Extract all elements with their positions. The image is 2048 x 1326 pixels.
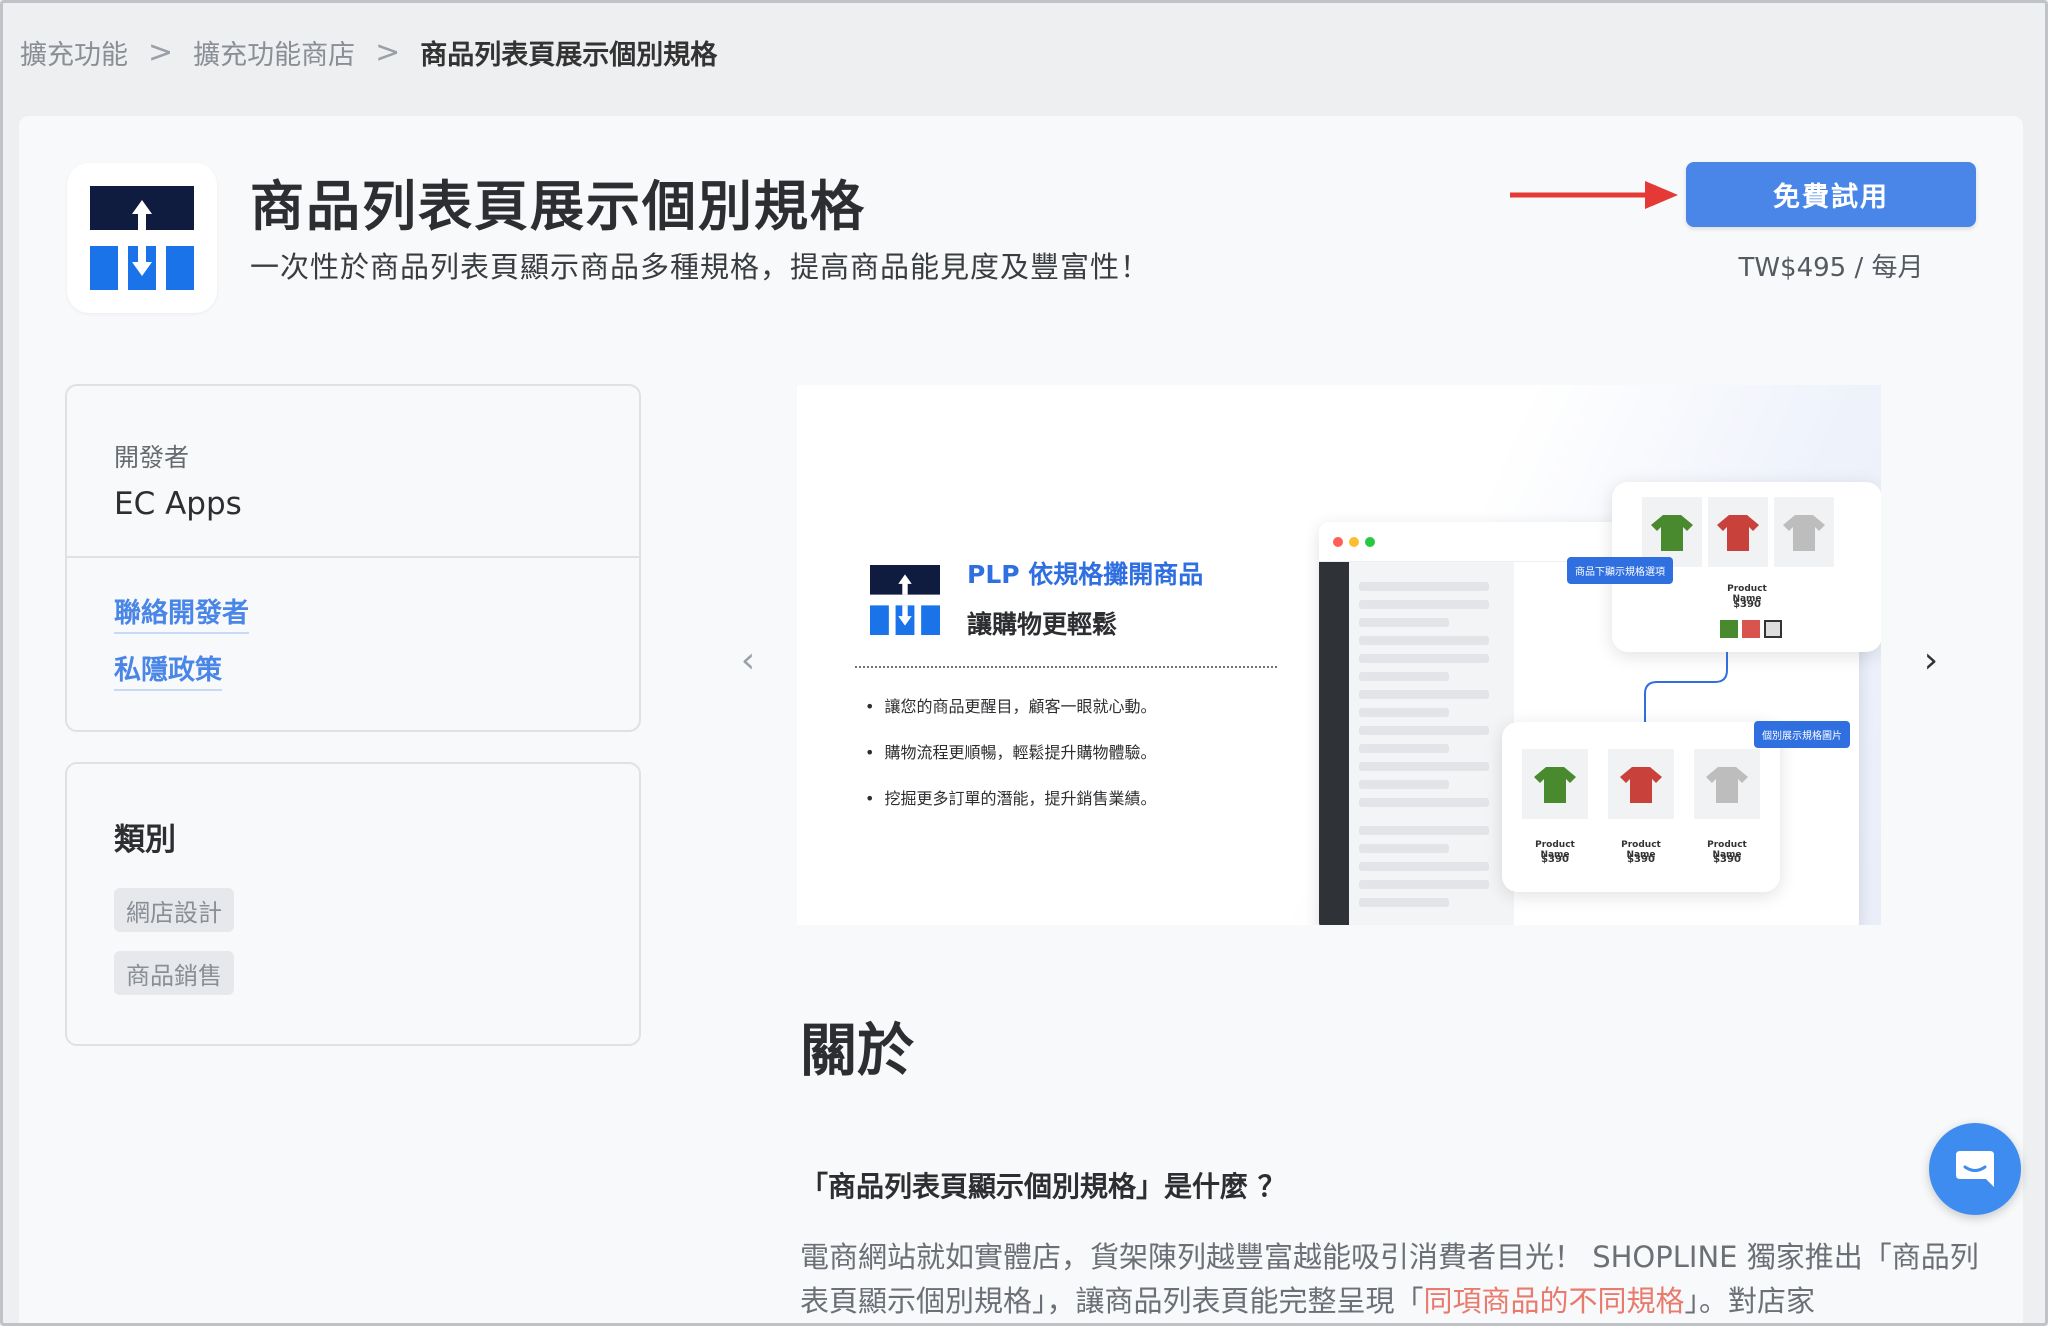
variant-option-label: 商品下顯示規格選項 xyxy=(1567,557,1673,584)
gray-swatch xyxy=(1764,620,1782,638)
breadcrumb: 擴充功能 > 擴充功能商店 > 商品列表頁展示個別規格 xyxy=(20,32,717,72)
carousel-slide: PLP 依規格攤開商品 讓購物更輕鬆 讓您的商品更醒目，顧客一眼就心動。 購物流… xyxy=(797,385,1881,925)
slide-heading-dark: 讓購物更輕鬆 xyxy=(967,610,1118,639)
mock-row xyxy=(1359,798,1489,807)
mock-row xyxy=(1359,618,1449,627)
mock-row xyxy=(1359,600,1489,609)
chevron-right-icon: > xyxy=(148,34,174,70)
slide-bullet: 購物流程更順暢，輕鬆提升購物體驗。 xyxy=(865,739,1156,763)
slide-bullets: 讓您的商品更醒目，顧客一眼就心動。 購物流程更順暢，輕鬆提升購物體驗。 挖掘更多… xyxy=(865,693,1156,831)
product-price: $390 xyxy=(1733,599,1761,610)
red-arrow-icon xyxy=(1510,181,1678,209)
about-body-text: 」。對店家 xyxy=(1684,1284,1816,1318)
mock-row xyxy=(1359,726,1489,735)
developer-label: 開發者 xyxy=(114,443,190,472)
breadcrumb-current: 商品列表頁展示個別規格 xyxy=(420,39,718,71)
mock-row xyxy=(1359,672,1449,681)
app-tagline: 一次性於商品列表頁顯示商品多種規格，提高商品能見度及豐富性！ xyxy=(250,250,1151,284)
faq-title: 「商品列表頁顯示個別規格」是什麼 ？ xyxy=(800,1170,1286,1203)
divider xyxy=(67,556,639,558)
free-trial-button[interactable]: 免費試用 xyxy=(1686,162,1976,227)
contact-developer-link[interactable]: 聯絡開發者 xyxy=(114,591,249,634)
mock-row xyxy=(1359,826,1489,835)
developer-name: EC Apps xyxy=(114,486,242,522)
product-price: $390 xyxy=(1627,854,1655,865)
mock-row xyxy=(1359,862,1489,871)
mock-row xyxy=(1359,880,1489,889)
chat-button[interactable] xyxy=(1929,1123,2021,1215)
product-price: $390 xyxy=(1713,854,1741,865)
gray-sweater-icon xyxy=(1694,749,1760,819)
about-body-highlight: 同項商品的不同規格 xyxy=(1423,1284,1685,1318)
window-dot-icon xyxy=(1365,537,1375,547)
mock-row xyxy=(1359,636,1489,645)
breadcrumb-extension-store[interactable]: 擴充功能商店 xyxy=(193,33,355,72)
mock-row xyxy=(1359,582,1489,591)
breadcrumb-extensions[interactable]: 擴充功能 xyxy=(20,33,128,72)
dotted-divider xyxy=(855,666,1277,668)
product-card-grid: Product Name $390 Product Name $390 Prod… xyxy=(1502,722,1780,892)
red-sweater-icon xyxy=(1608,749,1674,819)
category-title: 類別 xyxy=(114,822,176,858)
variant-logo-icon xyxy=(870,565,940,635)
product-price: $390 xyxy=(1541,854,1569,865)
app-title: 商品列表頁展示個別規格 xyxy=(250,175,866,238)
red-swatch xyxy=(1742,620,1760,638)
chat-bubble-icon xyxy=(1956,1151,1994,1187)
category-card: 類別 網店設計 商品銷售 xyxy=(65,762,641,1046)
red-sweater-icon xyxy=(1708,497,1768,567)
mock-row xyxy=(1359,744,1449,753)
privacy-policy-link[interactable]: 私隱政策 xyxy=(114,648,222,691)
slide-heading-blue: PLP 依規格攤開商品 xyxy=(967,560,1204,589)
carousel-prev-icon[interactable]: ‹ xyxy=(733,640,763,681)
app-logo xyxy=(67,163,217,313)
window-dot-icon xyxy=(1349,537,1359,547)
carousel-next-icon[interactable]: › xyxy=(1916,640,1946,681)
mock-row xyxy=(1359,844,1449,853)
mock-row xyxy=(1359,762,1489,771)
about-title: 關於 xyxy=(800,1018,914,1084)
mock-row xyxy=(1359,654,1489,663)
mock-row xyxy=(1359,690,1489,699)
mock-row xyxy=(1359,708,1449,717)
price-label: TW$495 / 每月 xyxy=(1738,253,1924,283)
developer-card: 開發者 EC Apps 聯絡開發者 私隱政策 xyxy=(65,384,641,732)
green-sweater-icon xyxy=(1522,749,1588,819)
category-tag[interactable]: 商品銷售 xyxy=(114,951,234,995)
slide-bullet: 讓您的商品更醒目，顧客一眼就心動。 xyxy=(865,693,1156,717)
category-tag[interactable]: 網店設計 xyxy=(114,888,234,932)
variant-image-label: 個別展示規格圖片 xyxy=(1754,721,1850,748)
variant-logo-icon xyxy=(90,186,194,290)
about-body: 電商網站就如實體店，貨架陳列越豐富越能吸引消費者目光！ SHOPLINE 獨家推… xyxy=(800,1235,1980,1323)
window-dot-icon xyxy=(1333,537,1343,547)
mock-row xyxy=(1359,898,1449,907)
slide-bullet: 挖掘更多訂單的潛能，提升銷售業績。 xyxy=(865,785,1156,809)
mock-row xyxy=(1359,780,1449,789)
gray-sweater-icon xyxy=(1774,497,1834,567)
chevron-right-icon: > xyxy=(375,34,401,70)
green-swatch xyxy=(1720,620,1738,638)
mock-sidebar-rail xyxy=(1319,562,1349,925)
mock-settings-panel xyxy=(1349,562,1514,925)
